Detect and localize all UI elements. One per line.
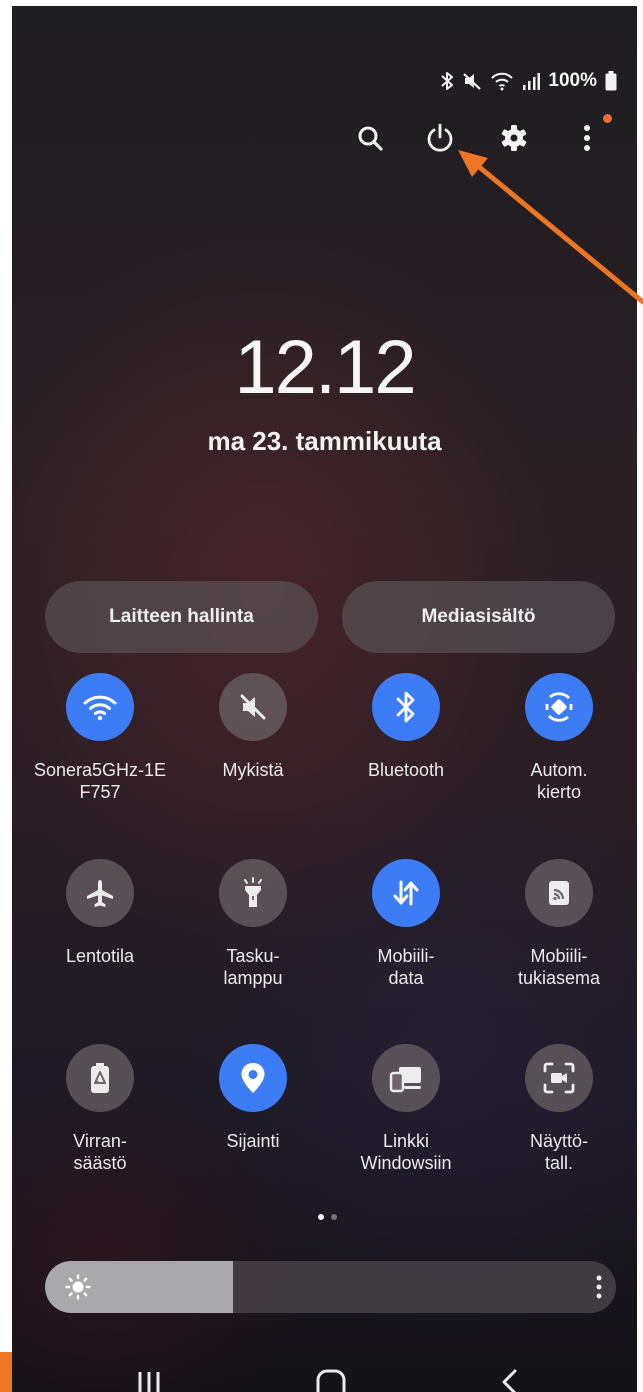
tile-auto-rotate[interactable]: Autom. kierto bbox=[484, 673, 634, 803]
tile-airplane[interactable]: Lentotila bbox=[25, 859, 175, 967]
status-bar: 100% bbox=[440, 68, 617, 94]
link-to-windows-icon[interactable] bbox=[372, 1044, 440, 1112]
back-icon[interactable] bbox=[500, 1368, 518, 1392]
screen-recorder-icon[interactable] bbox=[525, 1044, 593, 1112]
mobile-data-icon[interactable] bbox=[372, 859, 440, 927]
clock-time: 12.12 bbox=[234, 325, 416, 410]
battery-percentage: 100% bbox=[548, 70, 597, 91]
search-icon[interactable] bbox=[350, 118, 390, 158]
tile-power-saving[interactable]: Virran-säästö bbox=[25, 1044, 175, 1174]
tile-mute[interactable]: Mykistä bbox=[178, 673, 328, 781]
page-dot-active bbox=[318, 1214, 324, 1220]
flashlight-icon[interactable] bbox=[219, 859, 287, 927]
mute-icon[interactable] bbox=[219, 673, 287, 741]
power-icon[interactable] bbox=[420, 118, 460, 158]
tile-link-to-windows[interactable]: Linkki Windowsiin bbox=[331, 1044, 481, 1174]
page-dot bbox=[331, 1214, 337, 1220]
tile-label: Mobiili-tukiasema bbox=[517, 946, 601, 988]
tile-flashlight[interactable]: Tasku-lamppu bbox=[178, 859, 328, 989]
airplane-icon[interactable] bbox=[66, 859, 134, 927]
hotspot-icon[interactable] bbox=[525, 859, 593, 927]
tile-label: Sijainti bbox=[226, 1131, 280, 1151]
tile-label: Lentotila bbox=[65, 946, 135, 966]
quick-settings-panel: 100% 12.12 ma 23. tammikuuta Laitteen ha… bbox=[12, 6, 637, 1392]
auto-rotate-icon[interactable] bbox=[525, 673, 593, 741]
device-control-button[interactable]: Laitteen hallinta bbox=[45, 581, 318, 653]
tile-screen-recorder[interactable]: Näyttö-tall. bbox=[484, 1044, 634, 1174]
signal-status-icon bbox=[522, 71, 541, 91]
tile-mobile-data[interactable]: Mobiili-data bbox=[331, 859, 481, 989]
tile-hotspot[interactable]: Mobiili-tukiasema bbox=[484, 859, 634, 989]
mute-status-icon bbox=[462, 71, 482, 91]
brightness-icon bbox=[65, 1274, 91, 1305]
bluetooth-icon[interactable] bbox=[372, 673, 440, 741]
clock-date: ma 23. tammikuuta bbox=[207, 426, 442, 456]
tile-label: Bluetooth bbox=[367, 760, 445, 780]
notification-dot bbox=[603, 114, 612, 123]
tile-label: Autom. kierto bbox=[530, 760, 588, 802]
tile-label: Virran-säästö bbox=[73, 1131, 127, 1173]
tile-location[interactable]: Sijainti bbox=[178, 1044, 328, 1152]
location-icon[interactable] bbox=[219, 1044, 287, 1112]
media-output-button[interactable]: Mediasisältö bbox=[342, 581, 615, 653]
brightness-options-icon[interactable] bbox=[596, 1275, 602, 1304]
tile-label: Tasku-lamppu bbox=[223, 946, 283, 988]
tile-wifi[interactable]: Sonera5GHz-1E F757 bbox=[25, 673, 175, 803]
wifi-icon[interactable] bbox=[66, 673, 134, 741]
tile-label: Näyttö-tall. bbox=[529, 1131, 589, 1173]
tile-label: Sonera5GHz-1E F757 bbox=[33, 760, 167, 802]
brightness-slider[interactable] bbox=[45, 1261, 616, 1313]
power-saving-icon[interactable] bbox=[66, 1044, 134, 1112]
bluetooth-status-icon bbox=[440, 71, 454, 91]
page-indicator bbox=[318, 1214, 337, 1220]
more-vert-icon[interactable] bbox=[567, 118, 607, 158]
settings-icon[interactable] bbox=[494, 118, 534, 158]
battery-icon bbox=[605, 71, 617, 91]
tile-label: Mobiili-data bbox=[377, 946, 435, 988]
tile-bluetooth[interactable]: Bluetooth bbox=[331, 673, 481, 781]
tile-label: Mykistä bbox=[222, 760, 284, 780]
tile-label: Linkki Windowsiin bbox=[360, 1131, 452, 1173]
wifi-status-icon bbox=[490, 71, 514, 91]
home-icon[interactable] bbox=[315, 1368, 347, 1392]
annotation-edge-marker bbox=[0, 1352, 12, 1392]
recents-icon[interactable] bbox=[136, 1368, 162, 1392]
